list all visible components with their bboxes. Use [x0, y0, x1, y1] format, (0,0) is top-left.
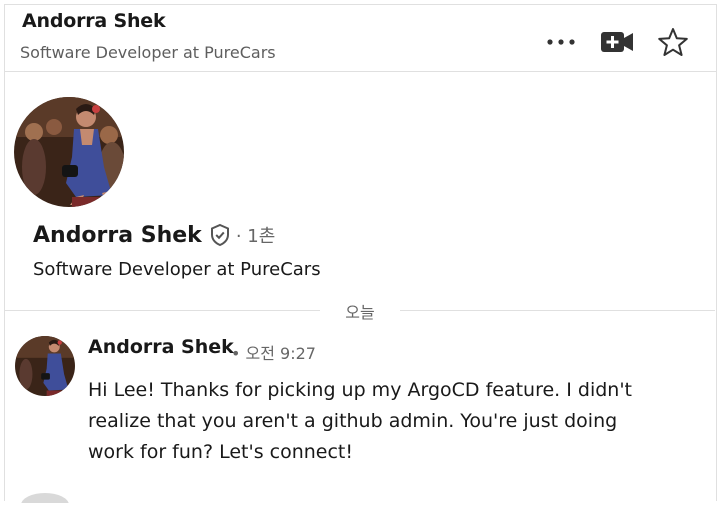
more-icon [547, 39, 575, 45]
message-sender-name[interactable]: Andorra Shek [88, 336, 234, 358]
header-actions [525, 22, 693, 62]
header-contact-headline: Software Developer at PureCars [20, 43, 276, 62]
connection-degree: · 1촌 [235, 226, 276, 247]
star-conversation-button[interactable] [653, 22, 693, 62]
video-icon [601, 32, 633, 52]
profile-name-row: Andorra Shek · 1촌 [33, 222, 275, 248]
shield-check-icon [210, 223, 229, 247]
message-text: Hi Lee! Thanks for picking up my ArgoCD … [88, 379, 633, 463]
profile-avatar[interactable] [14, 97, 124, 207]
profile-name[interactable]: Andorra Shek [33, 223, 202, 248]
profile-headline: Software Developer at PureCars [33, 259, 321, 280]
next-message-partial [15, 488, 615, 508]
video-call-button[interactable] [597, 22, 637, 62]
header-contact-name[interactable]: Andorra Shek [22, 10, 166, 32]
profile-photo [14, 97, 124, 207]
message-sender-avatar[interactable] [15, 336, 75, 396]
star-icon [658, 28, 688, 56]
date-divider-label: 오늘 [320, 299, 400, 323]
sender-photo [15, 336, 75, 396]
conversation-header: Andorra Shek Software Developer at PureC… [4, 4, 717, 72]
more-options-button[interactable] [541, 22, 581, 62]
message-timestamp: • 오전 9:27 [231, 344, 316, 363]
